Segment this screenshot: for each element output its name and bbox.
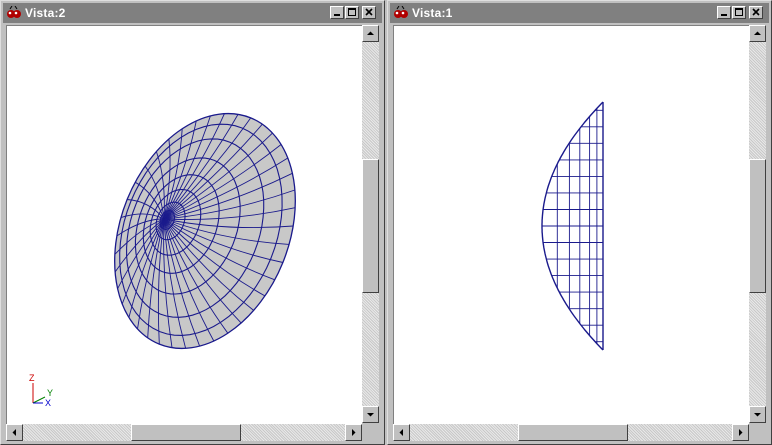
window-title: Vista:2 — [25, 6, 66, 20]
close-button[interactable] — [749, 6, 763, 19]
scroll-up-button[interactable] — [362, 25, 379, 42]
arrow-up-icon — [367, 31, 374, 35]
scroll-down-button[interactable] — [362, 406, 379, 423]
close-icon — [365, 8, 373, 16]
minimize-button[interactable] — [330, 6, 344, 19]
y-axis-line — [32, 396, 46, 404]
scrollbar-thumb[interactable] — [362, 159, 379, 293]
dish-3d-model[interactable] — [7, 26, 362, 424]
viewport-window-vista-1[interactable]: Vista:1 — [387, 0, 772, 445]
app-logo-icon[interactable] — [6, 5, 22, 20]
maximize-button[interactable] — [732, 6, 746, 19]
arrow-left-icon — [12, 429, 16, 436]
title-bar[interactable]: Vista:2 — [3, 3, 382, 23]
scroll-up-button[interactable] — [749, 25, 766, 42]
scroll-right-button[interactable] — [345, 424, 362, 441]
scrollbar-thumb[interactable] — [749, 159, 766, 293]
arrow-down-icon — [754, 413, 761, 417]
maximize-icon — [348, 8, 356, 16]
scroll-right-button[interactable] — [732, 424, 749, 441]
z-axis-label: Z — [29, 373, 35, 383]
vertical-scrollbar[interactable] — [749, 25, 766, 423]
close-button[interactable] — [362, 6, 376, 19]
arrow-right-icon — [739, 429, 743, 436]
scroll-left-button[interactable] — [393, 424, 410, 441]
minimize-icon — [334, 14, 340, 16]
y-axis-label: Y — [47, 388, 53, 398]
arrow-right-icon — [352, 429, 356, 436]
x-axis-label: X — [45, 398, 51, 408]
scrollbar-corner — [362, 424, 379, 441]
dish-mesh — [114, 112, 296, 350]
minimize-icon — [721, 14, 727, 16]
horizontal-scrollbar[interactable] — [6, 424, 362, 441]
side-viewport[interactable] — [393, 25, 749, 424]
scrollbar-thumb[interactable] — [131, 424, 241, 441]
scroll-down-button[interactable] — [749, 406, 766, 423]
arrow-up-icon — [754, 31, 761, 35]
scrollbar-corner — [749, 424, 766, 441]
window-title: Vista:1 — [412, 6, 453, 20]
arrow-left-icon — [399, 429, 403, 436]
maximize-icon — [735, 8, 743, 16]
scrollbar-thumb[interactable] — [518, 424, 628, 441]
scroll-left-button[interactable] — [6, 424, 23, 441]
horizontal-scrollbar[interactable] — [393, 424, 749, 441]
title-bar[interactable]: Vista:1 — [390, 3, 769, 23]
minimize-button[interactable] — [717, 6, 731, 19]
dish-side-wireframe[interactable] — [394, 26, 749, 424]
maximize-button[interactable] — [345, 6, 359, 19]
perspective-viewport[interactable]: Z Y X — [6, 25, 362, 424]
axis-triad: Z Y X — [29, 373, 53, 408]
viewport-window-vista-2[interactable]: Vista:2 Z Y X — [0, 0, 385, 445]
dish-profile-mesh — [541, 101, 604, 351]
vertical-scrollbar[interactable] — [362, 25, 379, 423]
arrow-down-icon — [367, 413, 374, 417]
app-logo-icon[interactable] — [393, 5, 409, 20]
close-icon — [752, 8, 760, 16]
